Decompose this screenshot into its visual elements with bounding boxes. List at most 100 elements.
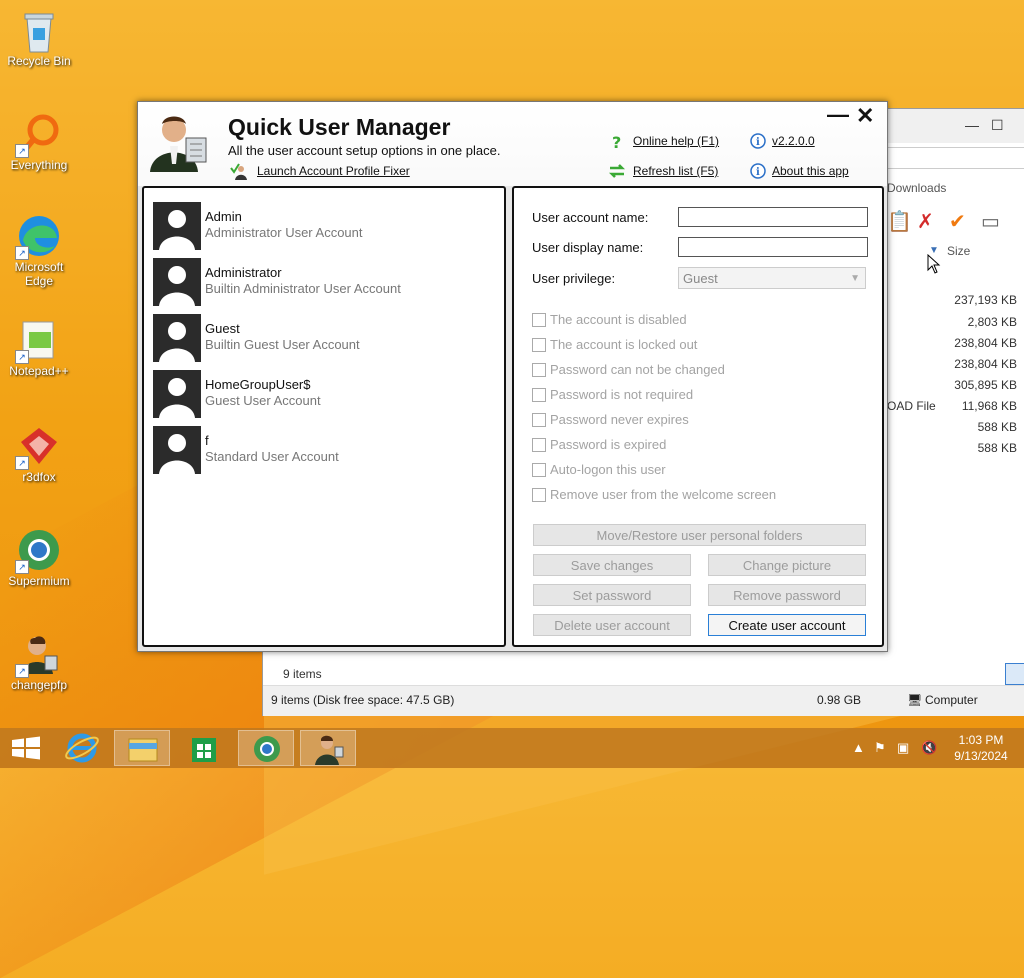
desktop-icon-r3dfox[interactable]: ↗ r3dfox bbox=[2, 424, 76, 484]
info-icon: i bbox=[750, 133, 766, 149]
user-name: f bbox=[205, 433, 209, 448]
clock-time: 1:03 PM bbox=[958, 733, 1004, 747]
network-icon[interactable]: ▣ bbox=[897, 740, 909, 756]
explorer-maximize-icon[interactable]: ☐ bbox=[991, 117, 1004, 134]
supermium-icon: ↗ bbox=[15, 528, 61, 574]
svg-text:i: i bbox=[756, 167, 760, 178]
profile-fixer-icon bbox=[230, 162, 247, 180]
computer-icon: 🖥 bbox=[907, 693, 923, 707]
explorer-address-bar[interactable] bbox=[887, 147, 1024, 169]
list-item[interactable]: Guest Builtin Guest User Account bbox=[153, 314, 493, 364]
chevron-down-icon: ▼ bbox=[850, 273, 860, 284]
display-name-input[interactable] bbox=[678, 237, 868, 257]
taskbar: ▲ ⚑ ▣ 🔇 1:03 PM 9/13/2024 bbox=[0, 728, 1024, 768]
shortcut-arrow-icon: ↗ bbox=[15, 144, 29, 158]
rename-icon[interactable]: ▭ bbox=[981, 209, 1000, 234]
account-name-label: User account name: bbox=[532, 210, 649, 225]
display-name-label: User display name: bbox=[532, 240, 644, 255]
file-explorer-icon[interactable] bbox=[114, 730, 170, 766]
status-size: 0.98 GB bbox=[817, 693, 862, 707]
privilege-label: User privilege: bbox=[532, 271, 616, 286]
user-description: Guest User Account bbox=[205, 393, 321, 408]
desktop-icon-label: r3dfox bbox=[22, 470, 56, 484]
save-changes-button[interactable]: Save changes bbox=[533, 554, 691, 576]
show-hidden-icons-icon[interactable]: ▲ bbox=[852, 740, 865, 755]
shortcut-arrow-icon: ↗ bbox=[15, 456, 29, 470]
user-description: Builtin Guest User Account bbox=[205, 337, 360, 352]
user-manager-icon: ↗ bbox=[15, 632, 61, 678]
minimize-button[interactable]: — bbox=[827, 102, 849, 128]
clock-date: 9/13/2024 bbox=[954, 749, 1008, 763]
explorer-statusbar: 9 items (Disk free space: 47.5 GB) 0.98 … bbox=[263, 685, 1024, 716]
app-subtitle: All the user account setup options in on… bbox=[228, 143, 501, 158]
info-icon: i bbox=[750, 163, 766, 179]
desktop-icon-supermium[interactable]: ↗ Supermium bbox=[2, 528, 76, 588]
status-location: Computer bbox=[925, 693, 978, 707]
start-button[interactable] bbox=[0, 730, 56, 766]
help-question-icon: ? bbox=[610, 133, 626, 152]
change-picture-button[interactable]: Change picture bbox=[708, 554, 866, 576]
move-restore-folders-button[interactable]: Move/Restore user personal folders bbox=[533, 524, 866, 546]
list-item[interactable]: Admin Administrator User Account bbox=[153, 202, 493, 252]
refresh-icon bbox=[608, 162, 626, 178]
avatar bbox=[153, 426, 201, 474]
clipboard-icon[interactable]: 📋 bbox=[887, 209, 912, 234]
desktop-icon-recycle-bin[interactable]: Recycle Bin bbox=[2, 8, 76, 68]
account-name-input[interactable] bbox=[678, 207, 868, 227]
column-size-label: Size bbox=[947, 244, 971, 258]
close-button[interactable]: ✕ bbox=[856, 103, 874, 129]
user-properties-panel: User account name: User display name: Us… bbox=[512, 186, 884, 647]
desktop-icon-changepfp[interactable]: ↗ changepfp bbox=[2, 632, 76, 692]
online-help-link[interactable]: Online help (F1) bbox=[633, 134, 719, 148]
list-item[interactable]: Administrator Builtin Administrator User… bbox=[153, 258, 493, 308]
internet-explorer-icon[interactable] bbox=[54, 730, 110, 766]
avatar bbox=[153, 314, 201, 362]
user-name: Administrator bbox=[205, 265, 282, 280]
launch-profile-fixer-link[interactable]: Launch Account Profile Fixer bbox=[257, 164, 410, 178]
create-user-button[interactable]: Create user account bbox=[708, 614, 866, 636]
desktop-icon-notepadpp[interactable]: ↗ Notepad++ bbox=[2, 318, 76, 378]
version-link[interactable]: v2.2.0.0 bbox=[772, 134, 815, 148]
user-description: Standard User Account bbox=[205, 449, 339, 464]
recycle-bin-icon bbox=[17, 8, 61, 53]
shortcut-arrow-icon: ↗ bbox=[15, 350, 29, 364]
supermium-taskbar-icon[interactable] bbox=[238, 730, 294, 766]
delete-x-icon[interactable]: ✗ bbox=[917, 209, 934, 234]
about-app-link[interactable]: About this app bbox=[772, 164, 849, 178]
checkmark-icon[interactable]: ✔ bbox=[949, 209, 966, 234]
list-item[interactable]: f Standard User Account bbox=[153, 426, 493, 476]
user-name: HomeGroupUser$ bbox=[205, 377, 311, 392]
details-view-icon[interactable] bbox=[1005, 663, 1024, 685]
status-disk-space: 9 items (Disk free space: 47.5 GB) bbox=[271, 693, 455, 707]
desktop-icon-everything[interactable]: ↗ Everything bbox=[2, 112, 76, 172]
svg-text:?: ? bbox=[612, 133, 621, 151]
list-item[interactable]: HomeGroupUser$ Guest User Account bbox=[153, 370, 493, 420]
shortcut-arrow-icon: ↗ bbox=[15, 560, 29, 574]
store-icon[interactable] bbox=[176, 730, 232, 766]
svg-text:i: i bbox=[756, 137, 760, 148]
delete-user-button[interactable]: Delete user account bbox=[533, 614, 691, 636]
privilege-select[interactable]: Guest ▼ bbox=[678, 267, 866, 289]
explorer-column-header[interactable]: ▼ Size bbox=[887, 243, 1024, 263]
user-name: Guest bbox=[205, 321, 240, 336]
shortcut-arrow-icon: ↗ bbox=[15, 664, 29, 678]
user-description: Builtin Administrator User Account bbox=[205, 281, 401, 296]
system-clock[interactable]: 1:03 PM 9/13/2024 bbox=[950, 732, 1012, 764]
explorer-minimize-icon[interactable]: — bbox=[965, 117, 979, 133]
shortcut-arrow-icon: ↗ bbox=[15, 246, 29, 260]
desktop-icon-label: changepfp bbox=[10, 678, 68, 692]
user-list-panel[interactable]: Admin Administrator User Account Adminis… bbox=[142, 186, 506, 647]
refresh-list-link[interactable]: Refresh list (F5) bbox=[633, 164, 718, 178]
desktop-icon-label: Notepad++ bbox=[9, 364, 69, 378]
notepadpp-icon: ↗ bbox=[15, 318, 61, 364]
quick-user-manager-window[interactable]: Quick User Manager All the user account … bbox=[137, 101, 888, 652]
action-center-flag-icon[interactable]: ⚑ bbox=[874, 740, 886, 756]
quick-user-manager-taskbar-icon[interactable] bbox=[300, 730, 356, 766]
desktop-icon-edge[interactable]: ↗ Microsoft Edge bbox=[2, 214, 76, 288]
desktop-icon-label: Recycle Bin bbox=[7, 54, 71, 68]
set-password-button[interactable]: Set password bbox=[533, 584, 691, 606]
desktop-icon-label: Microsoft Edge bbox=[14, 260, 64, 288]
remove-password-button[interactable]: Remove password bbox=[708, 584, 866, 606]
volume-muted-icon[interactable]: 🔇 bbox=[921, 740, 937, 756]
avatar bbox=[153, 258, 201, 306]
